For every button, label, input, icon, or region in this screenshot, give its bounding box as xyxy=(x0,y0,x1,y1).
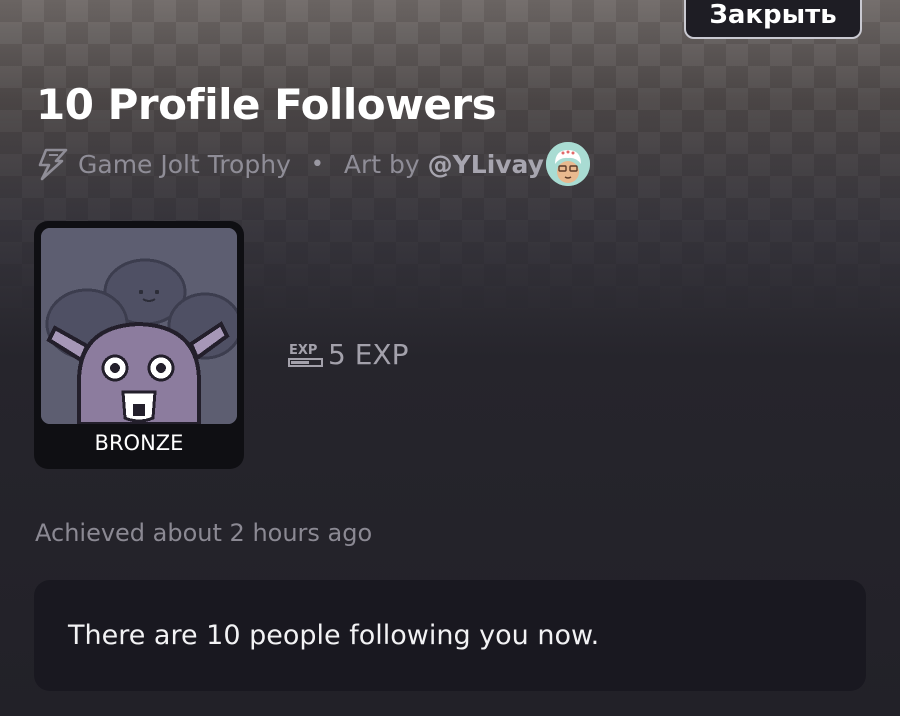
exp-icon: EXP xyxy=(288,340,324,370)
artist-avatar[interactable] xyxy=(545,142,590,186)
trophy-title: 10 Profile Followers xyxy=(36,80,497,129)
trophy-description-text: There are 10 people following you now. xyxy=(68,620,600,651)
trophy-tier-label: BRONZE xyxy=(94,431,184,455)
trophy-artwork xyxy=(41,228,237,424)
art-by-label: Art by xyxy=(343,149,420,179)
achieved-time: Achieved about 2 hours ago xyxy=(35,519,373,547)
trophy-thumbnail: BRONZE xyxy=(34,221,244,469)
trophy-type-label: Game Jolt Trophy xyxy=(78,149,291,179)
artist-link[interactable]: @YLivay xyxy=(428,150,544,179)
lightning-trophy-icon xyxy=(36,147,70,181)
trophy-description: There are 10 people following you now. xyxy=(34,580,866,691)
exp-reward: EXP 5 EXP xyxy=(288,338,408,371)
meta-separator: • xyxy=(310,151,324,177)
svg-text:EXP: EXP xyxy=(289,343,317,358)
trophy-meta: Game Jolt Trophy • Art by @YLivay xyxy=(36,142,590,186)
exp-value: 5 EXP xyxy=(328,338,409,371)
close-button[interactable]: Закрыть xyxy=(684,0,862,39)
